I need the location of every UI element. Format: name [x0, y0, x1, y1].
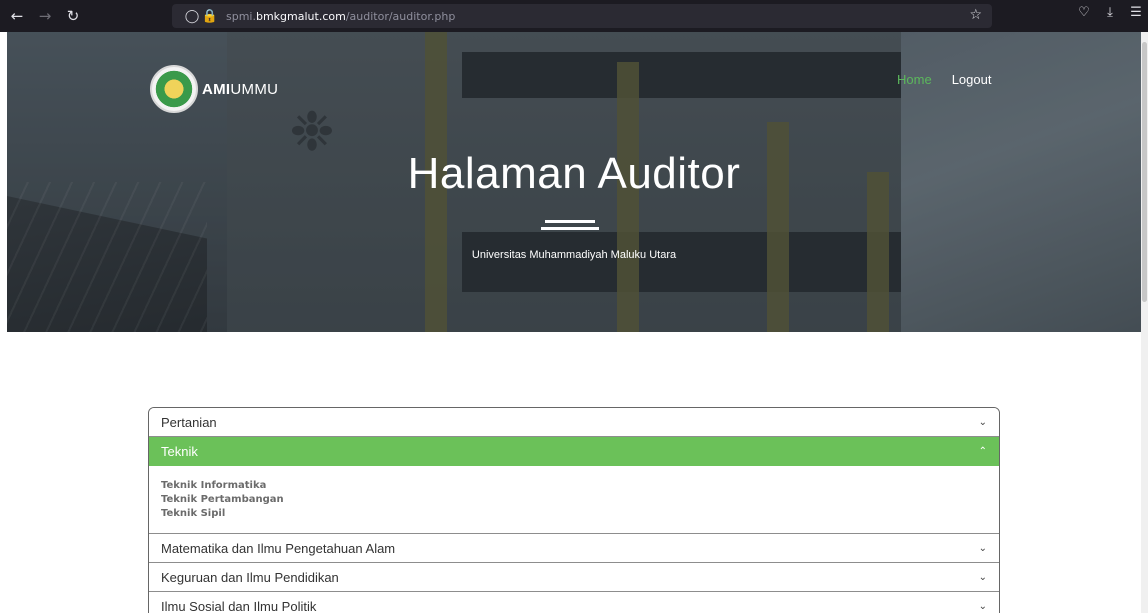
scrollbar-thumb[interactable]	[1142, 42, 1147, 302]
program-link-teknik-informatika[interactable]: Teknik Informatika	[161, 479, 987, 493]
faculty-accordion: Pertanian ⌄ Teknik ⌃ Teknik Informatika …	[148, 407, 1000, 613]
arrow-left-icon[interactable]: ←	[6, 5, 28, 27]
chevron-up-icon: ⌃	[978, 446, 987, 457]
page-subtitle: Universitas Muhammadiyah Maluku Utara	[471, 249, 677, 261]
shield-icon[interactable]: ◯	[184, 8, 200, 24]
brand-logo-link[interactable]: AMIUMMU	[150, 65, 278, 113]
download-icon[interactable]: ⤓	[1102, 5, 1118, 20]
accordion-panel-teknik: Teknik Informatika Teknik Pertambangan T…	[149, 466, 999, 534]
accordion-item-pertanian[interactable]: Pertanian ⌄	[149, 408, 999, 437]
accordion-item-label: Ilmu Sosial dan Ilmu Politik	[161, 598, 317, 613]
url-text[interactable]: spmi.bmkgmalut.com/auditor/auditor.php	[226, 10, 455, 23]
hamburger-menu-icon[interactable]: ☰	[1128, 5, 1144, 20]
chevron-down-icon: ⌄	[978, 542, 987, 554]
accordion-item-label: Pertanian	[161, 414, 217, 430]
hero-banner: ❉ AMIUMMU Home Logout Halaman Auditor Un…	[7, 32, 1141, 332]
chevron-down-icon: ⌄	[978, 571, 987, 583]
accordion-item-label: Keguruan dan Ilmu Pendidikan	[161, 569, 339, 585]
program-link-teknik-pertambangan[interactable]: Teknik Pertambangan	[161, 493, 987, 507]
browser-toolbar: ← → ↻ ◯ 🔒 spmi.bmkgmalut.com/auditor/aud…	[0, 0, 1148, 32]
nav-home-link[interactable]: Home	[897, 72, 932, 87]
title-divider	[541, 227, 599, 230]
top-navigation: Home Logout	[897, 72, 991, 87]
accordion-item-fisip[interactable]: Ilmu Sosial dan Ilmu Politik ⌄	[149, 592, 999, 613]
program-link-teknik-sipil[interactable]: Teknik Sipil	[161, 507, 987, 521]
star-icon[interactable]: ☆	[969, 7, 982, 23]
page-gutter	[0, 32, 7, 613]
chevron-down-icon: ⌄	[978, 416, 987, 428]
lock-icon[interactable]: 🔒	[202, 8, 218, 24]
reload-icon[interactable]: ↻	[62, 5, 84, 27]
url-bar[interactable]: ◯ 🔒 spmi.bmkgmalut.com/auditor/auditor.p…	[172, 4, 992, 28]
pocket-icon[interactable]: ♡	[1076, 5, 1092, 20]
accordion-item-teknik[interactable]: Teknik ⌃	[149, 437, 999, 466]
title-divider	[545, 220, 595, 223]
accordion-item-label: Matematika dan Ilmu Pengetahuan Alam	[161, 540, 396, 556]
accordion-item-mipa[interactable]: Matematika dan Ilmu Pengetahuan Alam ⌄	[149, 534, 999, 563]
brand-name: AMIUMMU	[202, 80, 279, 98]
page-title: Halaman Auditor	[407, 149, 741, 198]
nav-logout-link[interactable]: Logout	[952, 72, 992, 87]
accordion-item-keguruan[interactable]: Keguruan dan Ilmu Pendidikan ⌄	[149, 563, 999, 592]
university-logo	[150, 65, 198, 113]
chevron-down-icon: ⌄	[978, 600, 987, 612]
arrow-right-icon[interactable]: →	[34, 5, 56, 27]
page-content: ❉ AMIUMMU Home Logout Halaman Auditor Un…	[7, 32, 1141, 613]
vertical-scrollbar[interactable]	[1141, 32, 1148, 613]
accordion-item-label: Teknik	[161, 444, 198, 459]
